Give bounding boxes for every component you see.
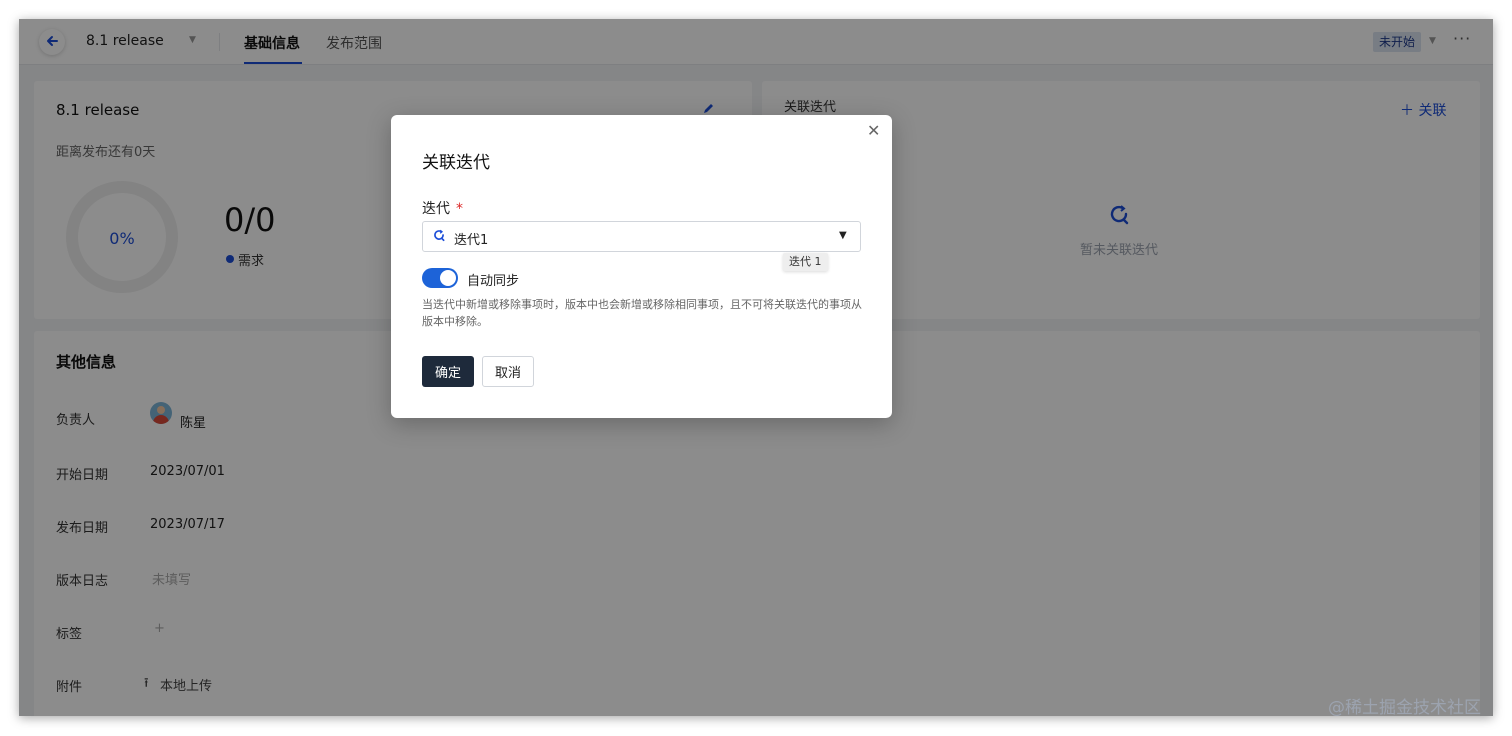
field-label-text: 迭代	[422, 201, 450, 217]
iteration-field-label: 迭代 *	[422, 198, 463, 218]
close-icon[interactable]: ✕	[867, 121, 880, 140]
selected-iteration: 迭代1	[454, 233, 489, 248]
modal-title: 关联迭代	[422, 153, 490, 173]
watermark: @稀土掘金技术社区	[1328, 698, 1481, 718]
link-iteration-modal: ✕ 关联迭代 迭代 * 迭代1 ▼ 迭代 1 自动同步 当迭代中新增或移除事项时，…	[391, 115, 892, 418]
confirm-button[interactable]: 确定	[422, 356, 474, 387]
auto-sync-label: 自动同步	[467, 274, 520, 289]
auto-sync-hint: 当迭代中新增或移除事项时，版本中也会新增或移除相同事项，且不可将关联迭代的事项从…	[422, 298, 862, 328]
auto-sync-toggle[interactable]	[422, 268, 458, 288]
caret-down-icon[interactable]: ▼	[839, 230, 847, 241]
tooltip: 迭代 1	[783, 253, 828, 271]
iteration-icon	[432, 228, 446, 246]
toggle-knob	[440, 270, 456, 286]
iteration-select[interactable]: 迭代1 ▼	[422, 221, 861, 252]
cancel-button[interactable]: 取消	[482, 356, 534, 387]
required-mark: *	[456, 201, 463, 217]
